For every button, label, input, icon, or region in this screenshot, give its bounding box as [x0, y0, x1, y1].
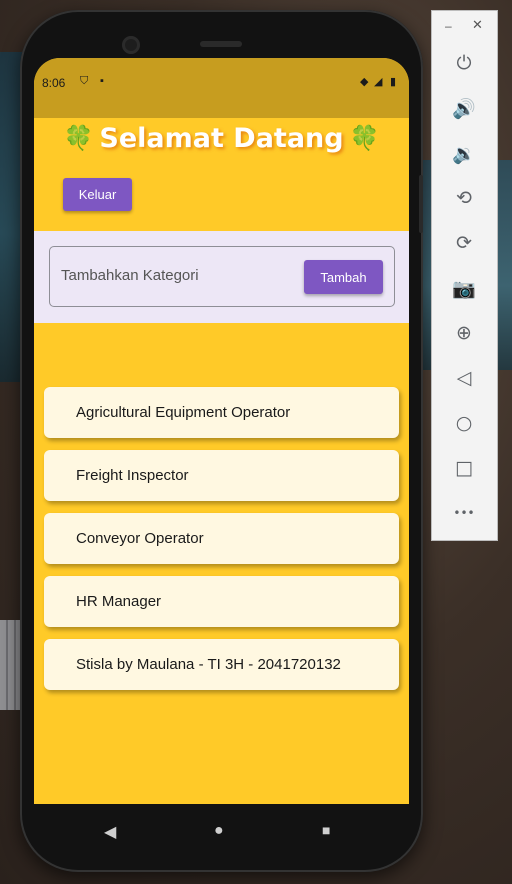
more-icon[interactable]: ••• — [446, 495, 482, 531]
nav-recents-icon[interactable]: ■ — [322, 822, 330, 838]
page-title: 🍀 Selamat Datang 🍀 — [34, 116, 409, 160]
clover-icon: 🍀 — [63, 124, 94, 152]
nav-home-icon[interactable]: ● — [214, 822, 224, 840]
category-input-placeholder: Tambahkan Kategori — [61, 267, 199, 284]
list-item[interactable]: HR Manager — [44, 576, 399, 627]
camera-icon[interactable]: 📷 — [446, 270, 482, 306]
list-item-label: Agricultural Equipment Operator — [76, 404, 291, 421]
clover-icon: 🍀 — [349, 124, 380, 152]
volume-down-icon[interactable]: 🔉 — [446, 135, 482, 171]
battery-icon: ▮ — [390, 76, 397, 88]
back-icon[interactable]: ◁ — [446, 360, 482, 396]
power-icon[interactable]: ⏻ — [446, 45, 482, 81]
home-icon[interactable]: ○ — [446, 405, 482, 441]
volume-up-icon[interactable]: 🔊 — [446, 90, 482, 126]
app-screen: 8:06 ⛉ ▪ ◆ ◢ ▮ 🍀 Selamat Datang 🍀 Keluar… — [34, 58, 409, 804]
logout-button[interactable]: Keluar — [63, 178, 132, 211]
status-time: 8:06 — [42, 76, 66, 90]
nav-back-icon[interactable]: ◀ — [104, 822, 116, 842]
list-item[interactable]: Stisla by Maulana - TI 3H - 2041720132 — [44, 639, 399, 690]
list-item-label: Freight Inspector — [76, 467, 189, 484]
minimize-icon[interactable]: – — [445, 19, 452, 33]
list-item[interactable]: Agricultural Equipment Operator — [44, 387, 399, 438]
signal-icon: ◢ — [374, 76, 383, 88]
list-item-label: Stisla by Maulana - TI 3H - 2041720132 — [76, 656, 341, 673]
add-category-panel: Tambahkan Kategori Tambah — [34, 231, 409, 323]
add-category-button[interactable]: Tambah — [304, 260, 383, 294]
wifi-icon: ◆ — [360, 76, 369, 88]
emulator-titlebar: – ✕ — [432, 11, 497, 39]
overview-icon[interactable]: □ — [446, 450, 482, 486]
close-icon[interactable]: ✕ — [472, 17, 483, 33]
list-item[interactable]: Freight Inspector — [44, 450, 399, 501]
status-bar: 8:06 ⛉ ▪ ◆ ◢ ▮ — [34, 58, 409, 118]
rotate-right-icon[interactable]: ⟳ — [446, 225, 482, 261]
zoom-icon[interactable]: ⊕ — [446, 315, 482, 351]
list-item-label: Conveyor Operator — [76, 530, 204, 547]
phone-side-button — [419, 175, 423, 233]
title-text: Selamat Datang — [99, 122, 344, 154]
shield-icon: ⛉ — [80, 75, 89, 87]
category-list: Agricultural Equipment Operator Freight … — [34, 323, 409, 804]
sd-card-icon: ▪ — [100, 75, 104, 87]
navigation-bar: ◀ ● ■ — [34, 804, 409, 852]
emulator-toolbar: – ✕ ⏻ 🔊 🔉 ⟲ ⟳ 📷 ⊕ ◁ ○ □ ••• — [431, 10, 498, 541]
front-camera — [122, 36, 140, 54]
earpiece-speaker — [200, 41, 242, 47]
category-input[interactable]: Tambahkan Kategori Tambah — [49, 246, 395, 307]
rotate-left-icon[interactable]: ⟲ — [446, 180, 482, 216]
list-item-label: HR Manager — [76, 593, 162, 610]
list-item[interactable]: Conveyor Operator — [44, 513, 399, 564]
